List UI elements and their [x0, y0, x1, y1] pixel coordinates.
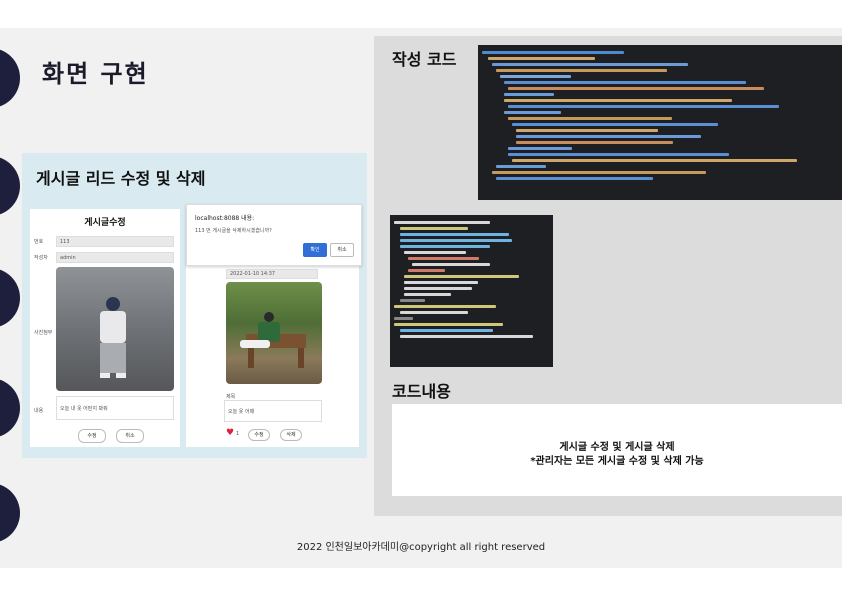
- edit-form-title: 게시글수정: [84, 218, 126, 228]
- dialog-host: localhost:8088 내용:: [195, 215, 255, 222]
- label-number: 번호: [34, 239, 44, 245]
- label-writer: 작성자: [34, 255, 48, 261]
- edit-form-screenshot: 게시글수정 번호 113 작성자 admin 사진첨부 내용 오늘 내 옷 어떤…: [30, 209, 180, 447]
- code-screenshot-bottom: [390, 215, 553, 367]
- heart-icon[interactable]: ♥: [226, 428, 234, 438]
- decor-arc: [0, 48, 20, 108]
- dialog-message: 113 번 게시글을 삭제하시겠습니까?: [195, 228, 272, 234]
- decor-arc: [0, 378, 20, 438]
- screenshot-panel: 게시글 리드 수정 및 삭제 게시글수정 번호 113 작성자 admin 사진…: [22, 153, 367, 458]
- submit-button[interactable]: 수정: [78, 429, 106, 443]
- delete-confirm-dialog: localhost:8088 내용: 113 번 게시글을 삭제하시겠습니까? …: [186, 204, 362, 266]
- delete-button[interactable]: 삭제: [280, 429, 302, 441]
- label-photo: 사진첨부: [34, 330, 53, 336]
- post-photo: [56, 267, 174, 391]
- decor-arc: [0, 156, 20, 216]
- content-line-2: *관리자는 모든 게시글 수정 및 삭제 가능: [530, 456, 704, 467]
- number-field[interactable]: 113: [56, 236, 174, 247]
- content-line-1: 게시글 수정 및 게시글 삭제: [559, 442, 675, 453]
- code-label: 작성 코드: [392, 50, 457, 69]
- content-description-box: 게시글 수정 및 게시글 삭제 *관리자는 모든 게시글 수정 및 삭제 가능: [392, 404, 842, 496]
- slide: 화면 구현 게시글 리드 수정 및 삭제 게시글수정 번호 113 작성자 ad…: [0, 28, 842, 568]
- footer-copyright: 2022 인천일보아카데미@copyright all right reserv…: [296, 542, 546, 553]
- writer-field[interactable]: admin: [56, 252, 174, 263]
- detail-photo: [226, 282, 322, 384]
- content-label: 코드내용: [392, 382, 451, 401]
- dialog-cancel-button[interactable]: 취소: [330, 243, 354, 257]
- code-screenshot-top: [478, 45, 842, 200]
- cancel-button[interactable]: 취소: [116, 429, 144, 443]
- page-title: 화면 구현: [42, 60, 149, 88]
- caption-title: 제목: [226, 394, 236, 400]
- dialog-ok-button[interactable]: 확인: [303, 243, 327, 257]
- decor-arc: [0, 268, 20, 328]
- edit-button[interactable]: 수정: [248, 429, 270, 441]
- content-field[interactable]: 오늘 내 옷 어떤지 봐줘: [56, 396, 174, 420]
- label-content: 내용: [34, 408, 44, 414]
- like-count: 1: [236, 431, 240, 437]
- date-field: 2022-01-10 14:37: [226, 269, 318, 279]
- decor-arc: [0, 483, 20, 543]
- caption-field: 오늘 옷 어때: [224, 400, 322, 422]
- panel-heading: 게시글 리드 수정 및 삭제: [36, 169, 206, 188]
